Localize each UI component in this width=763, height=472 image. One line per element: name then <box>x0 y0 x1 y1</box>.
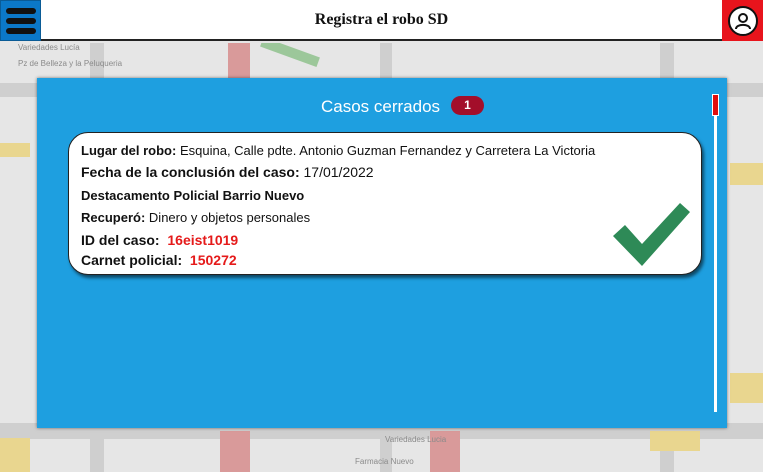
recovered-value: Dinero y objetos personales <box>148 210 311 225</box>
robbery-location-label: Lugar del robo: <box>81 143 177 158</box>
police-badge-value: 150272 <box>189 252 237 268</box>
robbery-location-value: Esquina, Calle pdte. Antonio Guzman Fern… <box>179 143 596 158</box>
recovered-label: Recuperó: <box>81 210 146 225</box>
case-id-label: ID del caso: <box>81 232 160 248</box>
page-title: Registra el robo SD <box>314 11 449 28</box>
closed-cases-panel: Casos cerrados 1 Lugar del robo: Esquina… <box>37 78 727 428</box>
police-station: Destacamento Policial Barrio Nuevo <box>81 188 305 203</box>
police-badge-label: Carnet policial: <box>81 252 183 268</box>
checkmark-icon <box>613 203 690 266</box>
case-id-row: ID del caso: 16eist1019 <box>81 232 238 248</box>
case-id-value: 16eist1019 <box>167 232 239 248</box>
map-label: Variedades Lucía <box>18 43 80 52</box>
map-label: Pz de Belleza y la Peluqueria <box>18 59 123 68</box>
conclusion-date-value: 17/01/2022 <box>303 164 374 180</box>
app-header: Registra el robo SD <box>0 0 763 41</box>
case-card[interactable]: Lugar del robo: Esquina, Calle pdte. Ant… <box>68 132 702 275</box>
case-count-badge: 1 <box>451 96 484 115</box>
scrollbar-thumb[interactable] <box>712 94 719 116</box>
panel-title: Casos cerrados <box>321 97 441 116</box>
map-label: Variedades Lucia <box>385 435 447 444</box>
user-profile-button[interactable] <box>722 0 763 41</box>
police-badge-row: Carnet policial: 150272 <box>81 252 237 268</box>
robbery-location-row: Lugar del robo: Esquina, Calle pdte. Ant… <box>81 143 595 158</box>
map-label: Farmacia Nuevo <box>355 457 414 466</box>
conclusion-date-row: Fecha de la conclusión del caso: 17/01/2… <box>81 164 374 180</box>
recovered-row: Recuperó: Dinero y objetos personales <box>81 210 310 225</box>
conclusion-date-label: Fecha de la conclusión del caso: <box>81 164 300 180</box>
user-profile-icon <box>727 5 758 36</box>
scrollbar-track[interactable] <box>714 96 717 412</box>
